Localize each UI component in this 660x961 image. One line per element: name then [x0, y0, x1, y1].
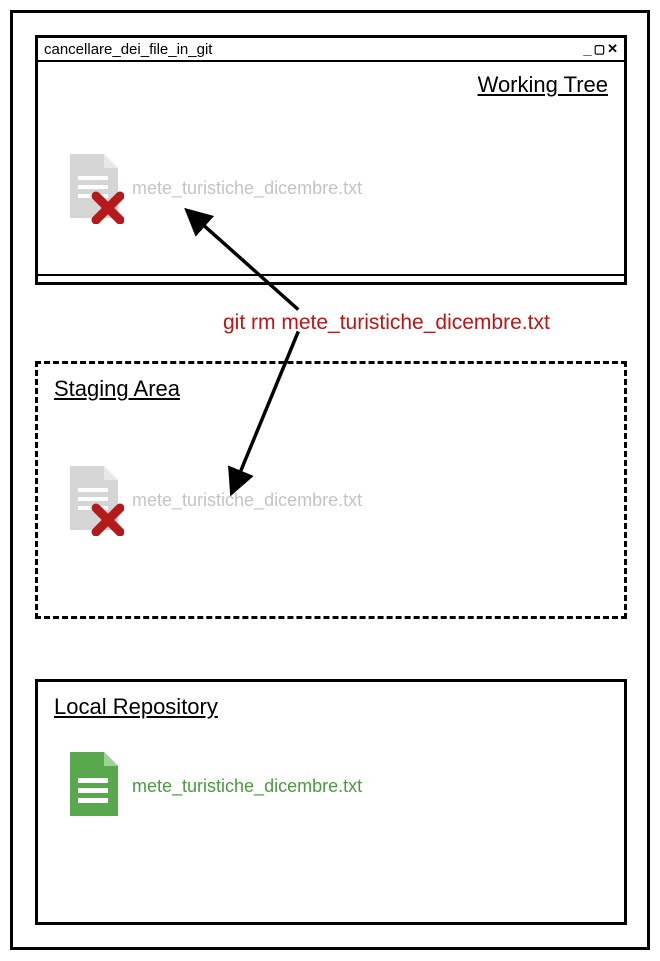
- minimize-icon[interactable]: _: [583, 41, 591, 58]
- local-repository-file-name: mete_turistiche_dicembre.txt: [132, 776, 362, 797]
- file-icon: [66, 750, 124, 822]
- staging-area-file-name: mete_turistiche_dicembre.txt: [132, 490, 362, 511]
- window-controls: _ ▢ ✕: [583, 41, 618, 58]
- working-tree-body: Working Tree mete_turistiche_dicembre.t: [38, 62, 624, 274]
- working-tree-file-name: mete_turistiche_dicembre.txt: [132, 178, 362, 199]
- working-tree-title: Working Tree: [478, 72, 608, 98]
- file-deleted-icon: [66, 464, 124, 536]
- local-repository-title: Local Repository: [38, 682, 624, 720]
- diagram-frame: cancellare_dei_file_in_git _ ▢ ✕ Working…: [10, 10, 650, 950]
- window-titlebar: cancellare_dei_file_in_git _ ▢ ✕: [38, 38, 624, 62]
- window-title: cancellare_dei_file_in_git: [44, 41, 212, 58]
- local-repository-file: mete_turistiche_dicembre.txt: [66, 750, 362, 822]
- close-icon[interactable]: ✕: [607, 41, 618, 57]
- staging-area-file: mete_turistiche_dicembre.txt: [66, 464, 362, 536]
- maximize-icon[interactable]: ▢: [594, 42, 605, 56]
- staging-area-title: Staging Area: [38, 364, 624, 402]
- local-repository: Local Repository mete_turistiche_dicembr…: [35, 679, 627, 925]
- working-tree-file: mete_turistiche_dicembre.txt: [66, 152, 362, 224]
- file-deleted-icon: [66, 152, 124, 224]
- working-tree-window: cancellare_dei_file_in_git _ ▢ ✕ Working…: [35, 35, 627, 285]
- window-status-bar: [38, 274, 624, 282]
- staging-area: Staging Area mete_turistiche_dicembre.t: [35, 361, 627, 619]
- git-command: git rm mete_turistiche_dicembre.txt: [223, 311, 550, 335]
